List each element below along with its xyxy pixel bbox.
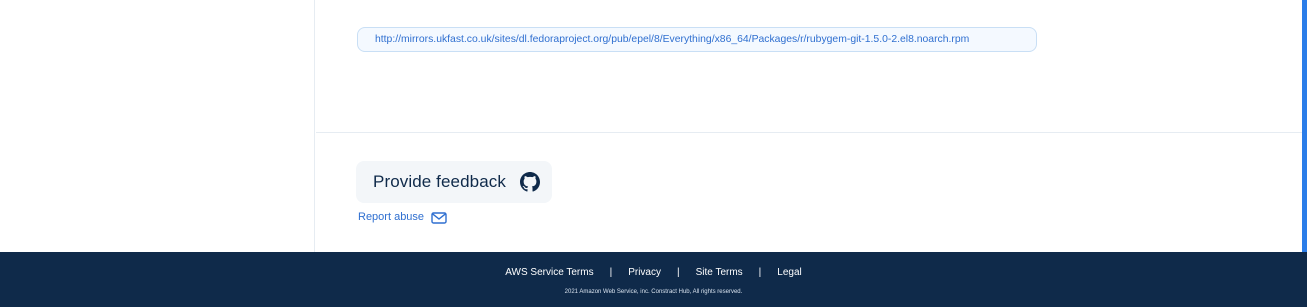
footer-separator: | (609, 267, 613, 278)
artifact-url-pill: http://mirrors.ukfast.co.uk/sites/dl.fed… (357, 27, 1037, 52)
provide-feedback-label: Provide feedback (373, 172, 506, 191)
provide-feedback-button[interactable]: Provide feedback (356, 161, 552, 203)
left-sidebar (0, 0, 315, 252)
section-divider (316, 132, 1302, 133)
github-icon (519, 172, 540, 192)
footer-link-legal[interactable]: Legal (777, 267, 801, 278)
footer-links: AWS Service Terms | Privacy | Site Terms… (0, 267, 1307, 278)
footer-link-site-terms[interactable]: Site Terms (696, 267, 743, 278)
footer-separator: | (758, 267, 762, 278)
copyright-text: 2021 Amazon Web Service, inc. Constract … (564, 289, 743, 295)
mail-icon (431, 211, 447, 224)
report-abuse-link[interactable]: Report abuse (358, 211, 447, 224)
footer-separator: | (677, 267, 680, 278)
page: http://mirrors.ukfast.co.uk/sites/dl.fed… (0, 0, 1307, 307)
artifact-url-link[interactable]: http://mirrors.ukfast.co.uk/sites/dl.fed… (375, 34, 969, 45)
scrollbar-edge[interactable] (1302, 0, 1307, 252)
report-abuse-label: Report abuse (358, 211, 425, 223)
footer-link-privacy[interactable]: Privacy (628, 267, 661, 278)
site-footer: AWS Service Terms | Privacy | Site Terms… (0, 252, 1307, 307)
main-content: http://mirrors.ukfast.co.uk/sites/dl.fed… (316, 0, 1302, 252)
footer-link-aws-service-terms[interactable]: AWS Service Terms (505, 267, 593, 278)
